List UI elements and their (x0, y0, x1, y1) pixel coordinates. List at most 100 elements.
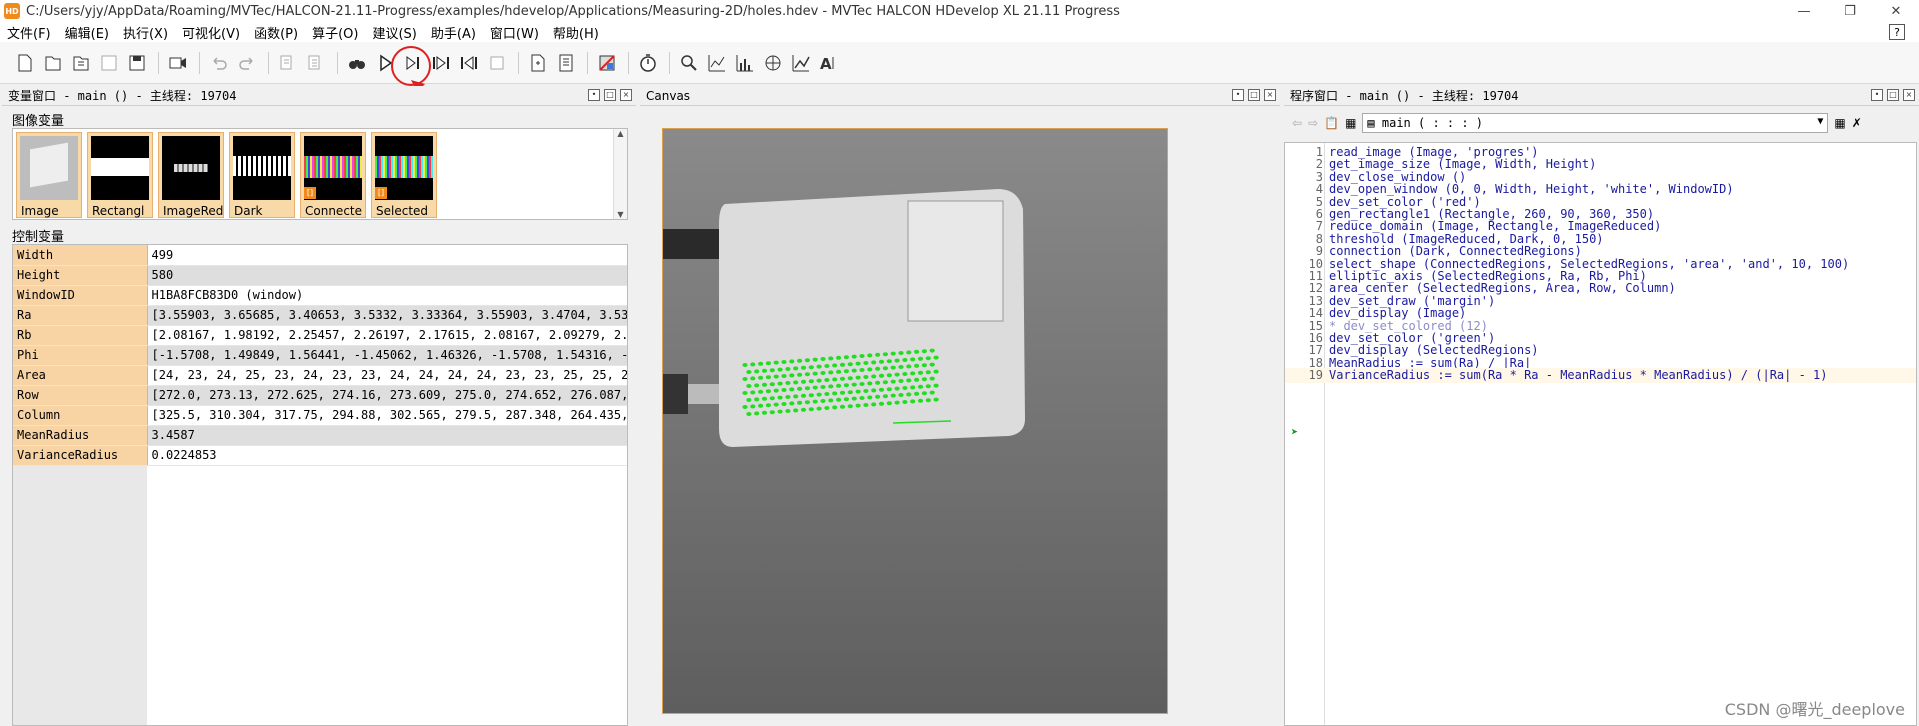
open-icon[interactable] (42, 52, 64, 74)
table-row[interactable]: Height 580 (13, 265, 627, 286)
undo-icon[interactable] (208, 52, 230, 74)
hole-region (836, 383, 842, 388)
close-panel-icon[interactable]: × (1264, 89, 1276, 101)
code-editor[interactable]: 1 read_image (Image, 'progres') 2 get_image… (1284, 142, 1917, 726)
code-line[interactable]: 19 VarianceRadius := sum(Ra * Ra - MeanRa… (1285, 368, 1916, 384)
menu-visualization[interactable]: 可视化(V) (175, 23, 247, 42)
watermark: CSDN @曙光_deeplove (1724, 700, 1905, 719)
save-all-icon[interactable] (126, 52, 148, 74)
zoom-icon[interactable] (678, 52, 700, 74)
font-icon[interactable]: A (818, 52, 840, 74)
cut-icon[interactable] (277, 52, 299, 74)
var-value: [325.5, 310.304, 317.75, 294.88, 302.565… (147, 405, 627, 426)
paste-icon[interactable] (305, 52, 327, 74)
hole-region (851, 354, 857, 359)
table-row[interactable]: Area [24, 23, 24, 25, 23, 24, 23, 23, 24,… (13, 365, 627, 386)
iconic-var-rectangle[interactable]: Rectangl (87, 132, 153, 218)
table-row[interactable]: Rb [2.08167, 1.98192, 2.25457, 2.26197, 2… (13, 325, 627, 346)
table-row[interactable]: WindowID H1BA8FCB83D0 (window) (13, 285, 627, 306)
close-panel-icon[interactable]: × (620, 89, 632, 101)
table-row[interactable]: Column [325.5, 310.304, 317.75, 294.88, 3… (13, 405, 627, 426)
pin-icon[interactable]: • (1871, 89, 1883, 101)
hole-region (816, 392, 822, 397)
pin-icon[interactable]: • (1232, 89, 1244, 101)
hole-region (894, 400, 900, 405)
hole-region (894, 358, 900, 363)
stop-icon[interactable] (486, 52, 508, 74)
step-into-icon[interactable] (430, 52, 452, 74)
title-bar: HD C:/Users/yjy/AppData/Roaming/MVTec/HA… (0, 0, 1919, 22)
forward-icon[interactable]: ⇨ (1308, 116, 1318, 130)
menu-assistants[interactable]: 助手(A) (424, 23, 483, 42)
table-row[interactable]: MeanRadius 3.4587 (13, 425, 627, 446)
float-icon[interactable]: □ (1887, 89, 1899, 101)
histogram-icon[interactable] (706, 52, 728, 74)
var-name: Phi (13, 345, 148, 366)
redo-icon[interactable] (236, 52, 258, 74)
feature-icon[interactable] (790, 52, 812, 74)
close-icon[interactable]: ✕ (1873, 0, 1919, 22)
table-row[interactable]: Phi [-1.5708, 1.49849, 1.56441, -1.45062,… (13, 345, 627, 366)
new-file-icon[interactable] (14, 52, 36, 74)
toolbar-separator (628, 51, 629, 74)
break-icon[interactable]: ✗ (1852, 116, 1862, 130)
menu-help[interactable]: 帮助(H) (546, 23, 606, 42)
table-row[interactable]: Width 499 (13, 245, 627, 266)
hole-region (886, 373, 892, 378)
back-icon[interactable]: ⇦ (1292, 116, 1302, 130)
save-icon[interactable] (98, 52, 120, 74)
hole-region (804, 372, 810, 377)
float-icon[interactable]: □ (604, 89, 616, 101)
hole-region (863, 361, 869, 365)
hole-region (839, 362, 846, 367)
menu-edit[interactable]: 编辑(E) (58, 23, 116, 42)
hole-region (843, 383, 849, 388)
insert-icon[interactable] (527, 52, 549, 74)
menu-file[interactable]: 文件(F) (0, 23, 58, 42)
pin-icon[interactable]: • (588, 89, 600, 101)
graphics-canvas[interactable] (662, 128, 1168, 714)
iconic-var-dark[interactable]: Dark (229, 132, 295, 218)
find-icon[interactable] (346, 52, 368, 74)
hole-region (816, 364, 822, 369)
context-help-icon[interactable]: ? (1889, 24, 1905, 40)
step-out-icon[interactable] (458, 52, 480, 74)
iconic-var-label: Image (21, 204, 59, 218)
iconic-var-selectedregions[interactable]: [] Selected (371, 132, 437, 218)
procedure-select[interactable]: ▤ main ( : : : ) ▼ (1362, 113, 1829, 133)
hole-region (878, 401, 885, 406)
clipboard-icon[interactable]: 📋 (1324, 116, 1339, 130)
grid-icon[interactable]: ▦ (1345, 116, 1356, 130)
timer-icon[interactable] (637, 52, 659, 74)
gray-histogram-icon[interactable] (762, 52, 784, 74)
iconic-var-imagereduced[interactable]: ImageRed (158, 132, 224, 218)
table-row[interactable]: Row [272.0, 273.13, 272.625, 274.16, 273.… (13, 385, 627, 406)
hole-region (773, 388, 779, 393)
hole-region (824, 392, 830, 396)
program-icon[interactable] (555, 52, 577, 74)
table-row[interactable]: VarianceRadius 0.0224853 (13, 445, 627, 466)
close-panel-icon[interactable]: × (1903, 89, 1915, 101)
hole-region (914, 377, 920, 382)
menu-window[interactable]: 窗口(W) (483, 23, 546, 42)
open-example-icon[interactable] (70, 52, 92, 74)
line-profile-icon[interactable] (734, 52, 756, 74)
record-icon[interactable] (167, 52, 189, 74)
menu-operators[interactable]: 算子(O) (305, 23, 365, 42)
hole-region (933, 397, 939, 402)
float-icon[interactable]: □ (1248, 89, 1260, 101)
menu-suggestions[interactable]: 建议(S) (365, 23, 423, 42)
iconic-var-image[interactable]: Image (16, 132, 82, 218)
menu-procedures[interactable]: 函数(P) (247, 23, 305, 42)
iconic-scrollbar[interactable]: ▲ ▼ (613, 129, 627, 219)
var-name: Row (13, 385, 148, 406)
minimize-icon[interactable]: — (1781, 0, 1827, 22)
settings-icon[interactable] (596, 52, 618, 74)
edit-procedure-icon[interactable]: ▦ (1834, 116, 1845, 130)
hole-region (894, 372, 900, 377)
procedure-name: main ( : : : ) (1381, 116, 1484, 130)
menu-execute[interactable]: 执行(X) (116, 23, 175, 42)
table-row[interactable]: Ra [3.55903, 3.65685, 3.40653, 3.5332, 3.… (13, 305, 627, 326)
iconic-var-connectedregions[interactable]: [] Connecte (300, 132, 366, 218)
restore-icon[interactable]: ❐ (1827, 0, 1873, 22)
